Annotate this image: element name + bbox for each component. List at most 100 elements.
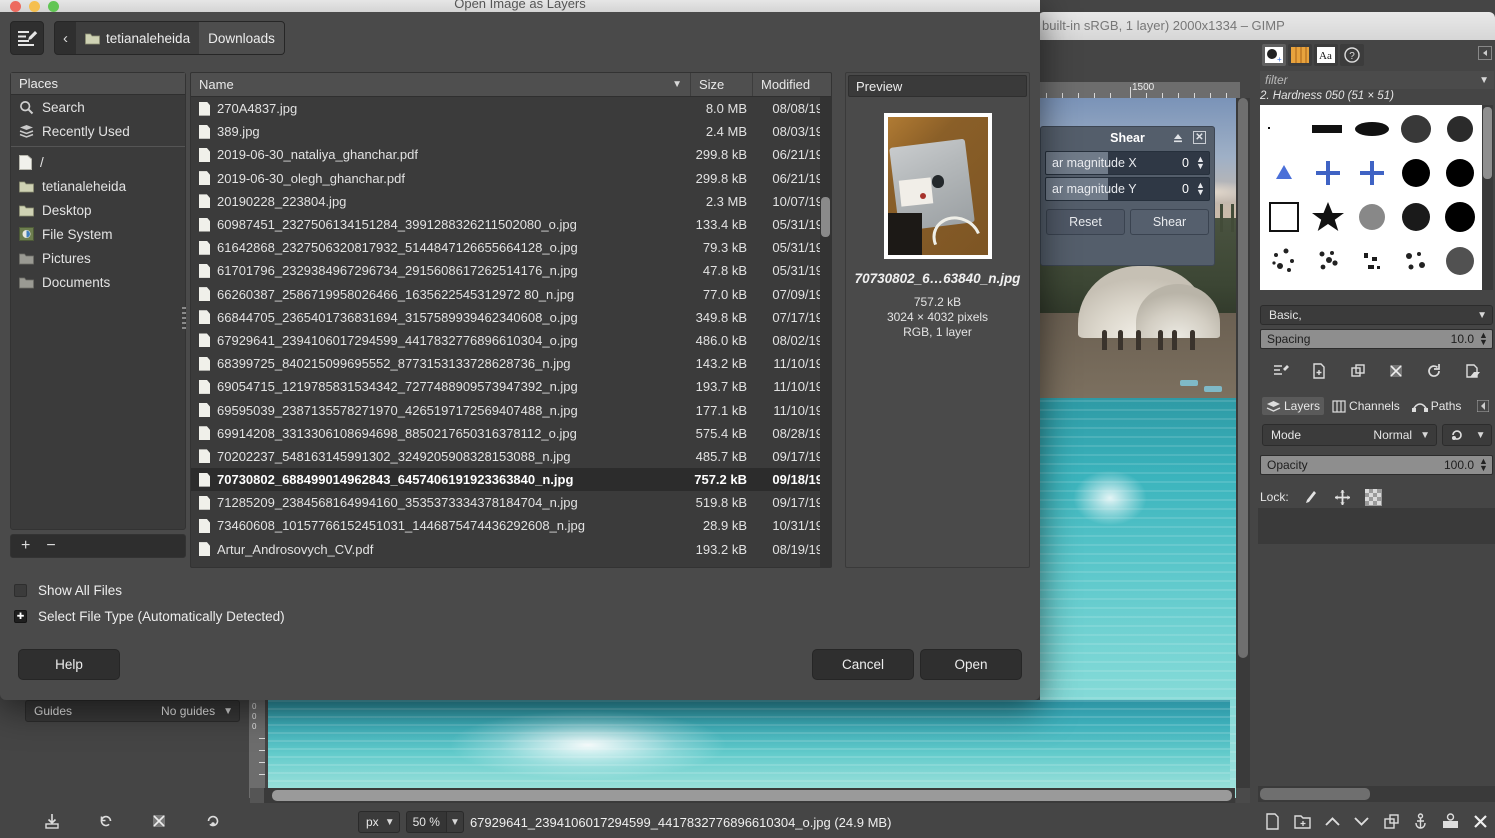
shear-dialog[interactable]: Shear ✕ ar magnitude X 0 ▲ ▼ ar magnitude… bbox=[1040, 126, 1215, 266]
open-image-dialog[interactable]: Open Image as Layers ‹ tetianaleheida Do… bbox=[0, 0, 1040, 700]
lock-position-icon[interactable] bbox=[1334, 489, 1351, 506]
file-row[interactable]: 70730802_688499014962843_645740619192336… bbox=[191, 468, 831, 492]
brush-cell[interactable] bbox=[1438, 239, 1482, 283]
type-location-button[interactable] bbox=[10, 21, 44, 55]
reset-tool-options-icon[interactable] bbox=[202, 810, 224, 832]
tab-brushes[interactable]: + bbox=[1262, 44, 1286, 66]
raise-layer-icon[interactable] bbox=[1323, 812, 1342, 831]
spacing-stepper[interactable]: ▲ ▼ bbox=[1477, 331, 1490, 347]
places-item-documents[interactable]: Documents bbox=[11, 270, 185, 294]
places-item-search[interactable]: Search bbox=[11, 95, 185, 119]
file-row[interactable]: 67929641_2394106017294599_44178327768966… bbox=[191, 329, 831, 352]
tab-channels[interactable]: Channels bbox=[1328, 397, 1404, 415]
places-item-recently-used[interactable]: Recently Used bbox=[11, 119, 185, 143]
open-button[interactable]: Open bbox=[920, 649, 1022, 680]
places-sidebar[interactable]: Places Search Recently Used / tetianaleh… bbox=[10, 72, 186, 530]
merge-layer-icon[interactable] bbox=[1441, 812, 1460, 831]
opacity-stepper[interactable]: ▲ ▼ bbox=[1477, 457, 1490, 473]
shear-magnitude-x-field[interactable]: ar magnitude X 0 ▲ ▼ bbox=[1045, 151, 1210, 175]
brush-spacing-slider[interactable]: Spacing 10.0 ▲ ▼ bbox=[1260, 329, 1493, 349]
file-list[interactable]: Name ▼ Size Modified 270A4837.jpg 8.0 MB 0… bbox=[190, 72, 832, 568]
show-all-files-option[interactable]: Show All Files bbox=[14, 583, 122, 598]
anchor-layer-icon[interactable] bbox=[1411, 812, 1430, 831]
lock-alpha-icon[interactable] bbox=[1364, 488, 1382, 506]
file-row[interactable]: 61642868_2327506320817932_51448471266556… bbox=[191, 236, 831, 259]
layer-mode-selector[interactable]: Mode Normal ▼ bbox=[1262, 424, 1437, 446]
brush-cell[interactable] bbox=[1306, 107, 1350, 151]
brush-cell[interactable] bbox=[1306, 239, 1350, 283]
brush-cell[interactable] bbox=[1350, 151, 1394, 195]
file-row[interactable]: 66844705_2365401736831694_31575899394623… bbox=[191, 306, 831, 329]
open-brush-folder-icon[interactable] bbox=[1464, 362, 1482, 380]
guides-selector[interactable]: Guides No guides ▼ bbox=[25, 700, 240, 722]
brush-cell[interactable] bbox=[1350, 239, 1394, 283]
file-row[interactable]: 61701796_2329384967296734_29156086172625… bbox=[191, 259, 831, 282]
lower-layer-icon[interactable] bbox=[1352, 812, 1371, 831]
brush-cell[interactable] bbox=[1306, 195, 1350, 239]
layer-opacity-slider[interactable]: Opacity 100.0 ▲ ▼ bbox=[1260, 455, 1493, 475]
save-tool-options-icon[interactable] bbox=[41, 810, 63, 832]
breadcrumb-current[interactable]: Downloads bbox=[199, 22, 284, 54]
file-row[interactable]: 270A4837.jpg 8.0 MB 08/08/19 bbox=[191, 97, 831, 120]
path-breadcrumb-bar[interactable]: ‹ tetianaleheida Downloads bbox=[54, 21, 285, 55]
duplicate-brush-icon[interactable] bbox=[1349, 362, 1367, 380]
brush-filter-input[interactable]: filter ▼ bbox=[1260, 71, 1494, 89]
close-icon[interactable]: ✕ bbox=[1193, 131, 1206, 144]
navigation-corner-button[interactable] bbox=[1236, 788, 1250, 803]
chevron-down-icon[interactable]: ▼ bbox=[1476, 430, 1486, 441]
quickmask-toggle[interactable] bbox=[250, 788, 264, 803]
canvas-image-lower[interactable] bbox=[268, 700, 1230, 798]
lock-pixels-icon[interactable] bbox=[1303, 489, 1320, 506]
file-list-scrollbar[interactable] bbox=[820, 97, 831, 567]
canvas-vertical-scrollbar[interactable] bbox=[1236, 98, 1250, 788]
brush-cell[interactable] bbox=[1350, 195, 1394, 239]
shear-magnitude-y-field[interactable]: ar magnitude Y 0 ▲ ▼ bbox=[1045, 177, 1210, 201]
chevron-down-icon[interactable]: ▼ bbox=[445, 811, 464, 833]
brush-cell[interactable] bbox=[1262, 151, 1306, 195]
brush-cell[interactable] bbox=[1262, 239, 1306, 283]
tab-fonts[interactable]: Aa bbox=[1314, 44, 1338, 66]
tab-patterns[interactable] bbox=[1288, 44, 1312, 66]
file-row[interactable]: 66260387_2586719958026466_16356225453129… bbox=[191, 283, 831, 306]
layer-list-item[interactable] bbox=[1258, 508, 1495, 544]
layers-scrollbar[interactable] bbox=[1258, 786, 1495, 802]
remove-bookmark-button[interactable]: − bbox=[46, 537, 55, 555]
reset-blend-icon[interactable] bbox=[1449, 427, 1465, 443]
new-layer-icon[interactable] bbox=[1263, 812, 1282, 831]
file-row[interactable]: 69595039_2387135578271970_42651971725694… bbox=[191, 398, 831, 421]
shear-y-stepper[interactable]: ▲ ▼ bbox=[1194, 181, 1207, 197]
show-all-files-checkbox[interactable] bbox=[14, 584, 27, 597]
brush-cell[interactable] bbox=[1306, 151, 1350, 195]
file-row[interactable]: 69054715_1219785831534342_72774889095739… bbox=[191, 375, 831, 398]
path-back-button[interactable]: ‹ bbox=[55, 22, 76, 54]
delete-layer-icon[interactable] bbox=[1471, 812, 1490, 831]
duplicate-layer-icon[interactable] bbox=[1382, 812, 1401, 831]
expander-icon[interactable]: ✚ bbox=[14, 610, 27, 623]
sidebar-resize-grip[interactable] bbox=[182, 305, 186, 329]
brush-cell[interactable] bbox=[1394, 239, 1438, 283]
file-row[interactable]: 20190228_223804.jpg 2.3 MB 10/07/19 bbox=[191, 190, 831, 213]
new-brush-icon[interactable] bbox=[1310, 362, 1328, 380]
dock-menu-button[interactable] bbox=[1478, 46, 1492, 60]
brush-grid[interactable] bbox=[1260, 105, 1482, 290]
file-row[interactable]: Artur_Androsovych_CV.pdf 193.2 kB 08/19/19 bbox=[191, 538, 831, 561]
select-file-type-option[interactable]: ✚ Select File Type (Automatically Detect… bbox=[14, 609, 285, 624]
file-row[interactable]: 2019-06-30_olegh_ghanchar.pdf 299.8 kB 06/… bbox=[191, 167, 831, 190]
help-button[interactable]: Help bbox=[18, 649, 120, 680]
delete-tool-options-icon[interactable] bbox=[148, 810, 170, 832]
file-row[interactable]: 70202237_548163145991302_324920590832815… bbox=[191, 445, 831, 468]
restore-tool-options-icon[interactable] bbox=[95, 810, 117, 832]
places-item-file-system[interactable]: File System bbox=[11, 222, 185, 246]
column-header-name[interactable]: Name ▼ bbox=[191, 73, 691, 96]
file-row[interactable]: 69914208_3313306108694698_88502176503163… bbox=[191, 422, 831, 445]
canvas-horizontal-scrollbar[interactable] bbox=[250, 788, 1235, 803]
layers-dock-menu-button[interactable] bbox=[1477, 400, 1489, 412]
chevron-down-icon[interactable]: ▼ bbox=[1479, 75, 1489, 86]
places-item-tetianaleheida[interactable]: tetianaleheida bbox=[11, 174, 185, 198]
tab-layers[interactable]: Layers bbox=[1262, 397, 1325, 415]
file-row[interactable]: 73460608_10157766152451031_1446875474436… bbox=[191, 514, 831, 537]
brush-cell[interactable] bbox=[1394, 151, 1438, 195]
shear-apply-button[interactable]: Shear bbox=[1130, 209, 1209, 235]
zoom-selector[interactable]: 50 % ▼ bbox=[405, 811, 464, 833]
brush-grid-scrollbar[interactable] bbox=[1482, 105, 1493, 290]
